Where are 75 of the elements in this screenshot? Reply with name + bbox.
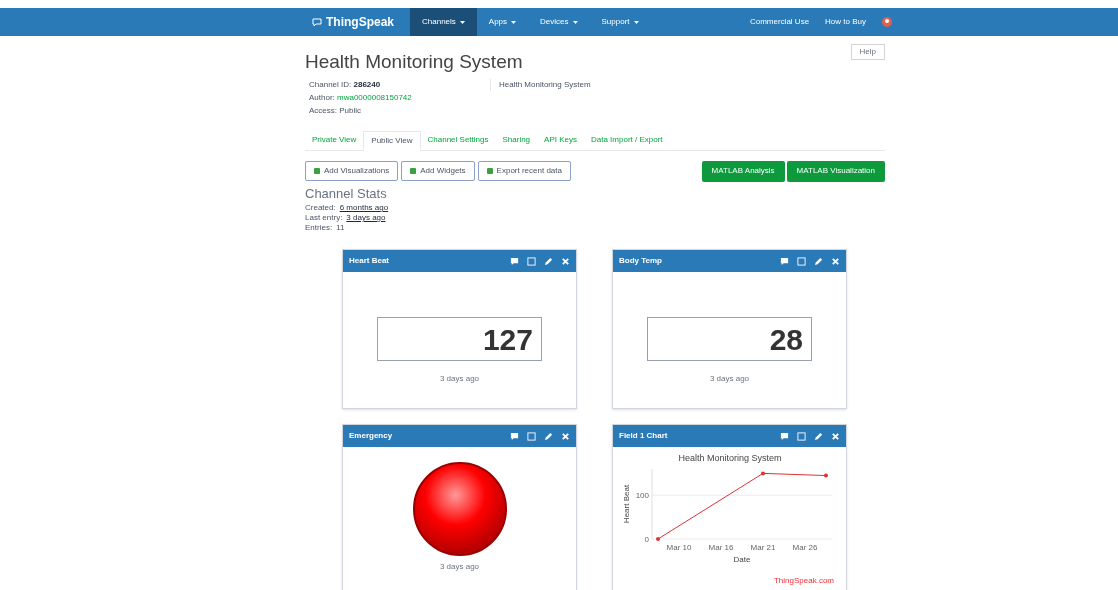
widget-title: Heart Beat (349, 255, 389, 267)
timestamp: 3 days ago (439, 561, 480, 573)
logo[interactable]: ThingSpeak (312, 13, 394, 31)
caret-icon (459, 20, 465, 24)
y-axis-label: Heart Beat (621, 484, 631, 524)
tab[interactable]: Sharing (495, 129, 538, 150)
widget-title: Body Temp (619, 255, 662, 267)
channel-description: Health Monitoring System (490, 78, 591, 91)
x-axis-label: Date (733, 555, 750, 564)
channel-access: Access: Public (309, 104, 363, 117)
tab[interactable]: Private View (305, 129, 364, 150)
chart-title: Health Monitoring System (678, 453, 781, 463)
x-tick-label: Mar 26 (792, 543, 817, 552)
comment-icon[interactable] (780, 256, 789, 266)
numeric-display: 127 (377, 317, 542, 361)
nav-menu-item[interactable]: Channels (410, 8, 477, 36)
nav-menu-item[interactable]: Apps (476, 8, 529, 36)
close-icon[interactable] (561, 256, 570, 266)
credit-link[interactable]: ThingSpeak.com (773, 575, 834, 587)
matlab-button[interactable]: MATLAB Visualization (786, 160, 885, 182)
nav-link[interactable]: How to Buy (825, 16, 866, 28)
stat-link[interactable]: 6 months ago (339, 203, 389, 213)
stat-label: Last entry: (305, 213, 343, 223)
comment-icon[interactable] (510, 256, 519, 266)
nav-link[interactable]: Commercial Use (749, 16, 810, 28)
x-tick-label: Mar 16 (708, 543, 733, 552)
matlab-button[interactable]: MATLAB Analysis (701, 160, 785, 182)
pencil-icon[interactable] (544, 431, 553, 441)
action-button[interactable]: Add Visualizations (305, 161, 399, 181)
pencil-icon[interactable] (814, 256, 823, 266)
close-icon[interactable] (831, 256, 840, 266)
caret-icon (633, 20, 639, 24)
window-icon[interactable] (797, 431, 806, 441)
close-icon[interactable] (831, 431, 840, 441)
nav-menu-item[interactable]: Devices (528, 8, 590, 36)
channel-title: Health Monitoring System (305, 50, 523, 74)
numeric-display: 28 (647, 317, 812, 361)
help-button[interactable]: Help (850, 44, 885, 60)
data-point (823, 473, 828, 478)
stat-label: Entries: (305, 223, 333, 233)
nav-menu-item[interactable]: Support (589, 8, 651, 36)
stat-value: 11 (336, 223, 345, 233)
chat-bubble-icon (312, 17, 322, 27)
timestamp: 3 days ago (439, 373, 480, 385)
channel-id: Channel ID: 286240 (309, 78, 382, 91)
timestamp: 3 days ago (709, 373, 750, 385)
tab[interactable]: Public View (363, 130, 421, 151)
caret-icon (572, 20, 578, 24)
comment-icon[interactable] (510, 431, 519, 441)
action-button[interactable]: Add Widgets (401, 161, 475, 181)
pencil-icon[interactable] (544, 256, 553, 266)
y-tick-label: 0 (644, 535, 649, 544)
action-button[interactable]: Export recent data (477, 161, 571, 181)
data-point (760, 471, 765, 476)
close-icon[interactable] (561, 431, 570, 441)
comment-icon[interactable] (780, 431, 789, 441)
pencil-icon[interactable] (814, 431, 823, 441)
caret-icon (511, 20, 517, 24)
tab[interactable]: Channel Settings (420, 129, 496, 150)
x-tick-label: Mar 21 (750, 543, 775, 552)
window-icon[interactable] (527, 256, 536, 266)
section-title: Channel Stats (305, 184, 388, 203)
tab[interactable]: API Keys (537, 129, 584, 150)
stat-link[interactable]: 3 days ago (346, 213, 386, 223)
data-point (655, 537, 660, 541)
widget-title: Field 1 Chart (619, 430, 668, 442)
x-tick-label: Mar 10 (666, 543, 691, 552)
y-tick-label: 100 (635, 491, 649, 501)
stat-label: Created: (305, 203, 336, 213)
channel-author: Author: mwa0000008150742 (309, 91, 413, 104)
user-icon[interactable] (882, 17, 892, 27)
window-icon[interactable] (527, 431, 536, 441)
tab[interactable]: Data Import / Export (583, 129, 670, 150)
widget-title: Emergency (349, 430, 393, 442)
window-icon[interactable] (797, 256, 806, 266)
